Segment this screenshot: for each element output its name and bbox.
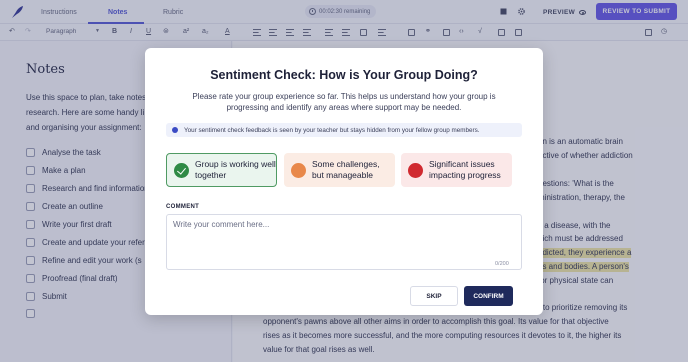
option-label: Significant issues impacting progress — [429, 159, 501, 181]
comment-label: COMMENT — [166, 204, 200, 210]
modal-title: Sentiment Check: How is Your Group Doing… — [210, 68, 478, 82]
option-label-line: together — [195, 170, 227, 180]
option-significant-issues[interactable]: Significant issues impacting progress — [401, 153, 512, 187]
option-label-line: Some challenges, — [312, 159, 380, 169]
option-label-line: Significant issues — [429, 159, 495, 169]
check-circle-icon — [174, 162, 189, 178]
modal-description-line: progressing and identify any areas where… — [226, 103, 462, 112]
option-label-line: Group is working well — [195, 159, 276, 169]
option-label-line: but manageable — [312, 170, 373, 180]
modal-description-line: Please rate your group experience so far… — [192, 92, 496, 101]
option-working-well[interactable]: Group is working well together — [166, 153, 277, 187]
info-icon — [172, 127, 178, 133]
info-text: Your sentiment check feedback is seen by… — [184, 126, 480, 134]
option-some-challenges[interactable]: Some challenges, but manageable — [284, 153, 395, 187]
red-circle-icon — [408, 162, 423, 178]
skip-button[interactable]: SKIP — [410, 286, 458, 306]
character-counter: 0/200 — [495, 261, 509, 267]
option-label: Group is working well together — [195, 159, 276, 181]
confirm-button[interactable]: CONFIRM — [464, 286, 513, 306]
option-label: Some challenges, but manageable — [312, 159, 380, 181]
modal-description: Please rate your group experience so far… — [175, 91, 513, 113]
comment-textarea[interactable] — [166, 214, 522, 270]
option-label-line: impacting progress — [429, 170, 501, 180]
orange-circle-icon — [291, 162, 306, 178]
sentiment-check-modal: Sentiment Check: How is Your Group Doing… — [145, 48, 543, 315]
info-banner: Your sentiment check feedback is seen by… — [166, 123, 522, 137]
